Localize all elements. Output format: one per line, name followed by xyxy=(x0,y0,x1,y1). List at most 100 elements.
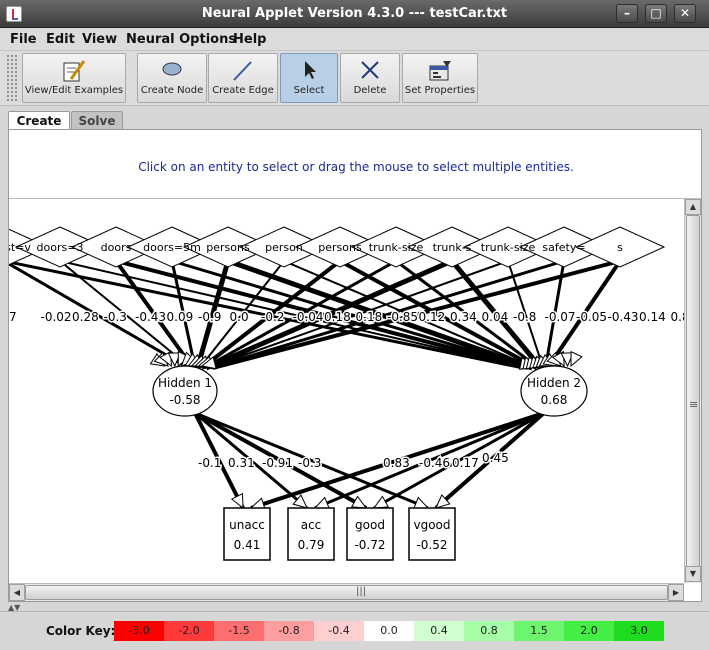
select-button[interactable]: Select xyxy=(280,53,338,103)
edge-weight-label[interactable]: 7 xyxy=(9,309,18,326)
output-node[interactable] xyxy=(408,507,456,561)
delete-label: Delete xyxy=(353,85,387,96)
menu-bar: File Edit View Neural Options Help xyxy=(0,29,709,51)
output-node-name[interactable]: acc xyxy=(301,518,322,532)
menu-edit[interactable]: Edit xyxy=(46,32,75,47)
scroll-left-arrow[interactable]: ◀ xyxy=(9,584,25,601)
edge-weight-label[interactable]: 0.14 xyxy=(638,309,668,326)
edge-weight-label[interactable]: -0.85 xyxy=(386,309,420,326)
edge-weight-label[interactable]: -0.07 xyxy=(543,309,577,326)
edge-weight-label[interactable]: 0.0 xyxy=(228,309,250,326)
scroll-right-arrow[interactable]: ▶ xyxy=(668,584,684,601)
edge-weight-label[interactable]: -0.1 xyxy=(197,455,223,472)
edge-arrowhead[interactable] xyxy=(372,495,390,509)
output-node-name[interactable]: vgood xyxy=(413,518,450,532)
output-node[interactable] xyxy=(287,507,335,561)
edge-weight-label[interactable]: -0.04 xyxy=(291,309,325,326)
tab-create[interactable]: Create xyxy=(8,111,70,131)
edge-arrowhead[interactable] xyxy=(230,492,244,510)
close-button[interactable]: ✕ xyxy=(674,4,696,23)
hidden-node-value[interactable]: -0.58 xyxy=(169,393,200,407)
edge-weight-label[interactable]: 0.28 xyxy=(71,309,101,326)
input-node-label[interactable]: s xyxy=(617,241,623,254)
menu-neural-options[interactable]: Neural Options xyxy=(126,32,236,47)
hidden-node-name[interactable]: Hidden 2 xyxy=(527,376,581,390)
edge-weight-label[interactable]: -0.8 xyxy=(512,309,538,326)
input-node-label[interactable]: persons xyxy=(318,241,362,254)
maximize-button[interactable]: □ xyxy=(645,4,667,23)
input-node-label[interactable]: safety= xyxy=(542,241,585,254)
edge-weight-label[interactable]: -0.46 xyxy=(418,455,452,472)
edge-arrowhead[interactable] xyxy=(570,350,583,368)
edge-weight-label[interactable]: -0.43 xyxy=(606,309,640,326)
toolbar-grip[interactable] xyxy=(6,54,18,102)
instruction-text: Click on an entity to select or drag the… xyxy=(138,160,574,174)
input-node-label[interactable]: persons xyxy=(206,241,250,254)
edge-arrowhead[interactable] xyxy=(350,495,368,509)
delete-button[interactable]: Delete xyxy=(340,53,400,103)
edge-weight-label[interactable]: 0.45 xyxy=(481,450,511,467)
set-properties-button[interactable]: Set Properties xyxy=(402,53,478,103)
scroll-up-arrow[interactable]: ▲ xyxy=(685,199,701,215)
output-node-value[interactable]: 0.41 xyxy=(234,538,261,552)
edge-weight-label[interactable]: -0.3 xyxy=(102,309,128,326)
edge-weight-label[interactable]: -0.9 xyxy=(197,309,223,326)
edge-weight-label[interactable]: 0.04 xyxy=(480,309,510,326)
menu-help[interactable]: Help xyxy=(233,32,266,47)
scroll-down-arrow[interactable]: ▼ xyxy=(685,566,701,582)
output-node-value[interactable]: -0.72 xyxy=(354,538,385,552)
output-node-value[interactable]: 0.79 xyxy=(298,538,325,552)
edge-weight-label[interactable]: 0.12 xyxy=(417,309,447,326)
output-node-name[interactable]: good xyxy=(355,518,385,532)
tab-bar: Create Solve xyxy=(0,107,709,131)
edge-weight-label[interactable]: -0.2 xyxy=(260,309,286,326)
menu-view[interactable]: View xyxy=(82,32,117,47)
network-canvas[interactable]: nt-cost=vdoors=3doorsdoors=5mpersonspers… xyxy=(9,199,684,583)
input-node-label[interactable]: trunk-s xyxy=(433,241,472,254)
edge-weight-label[interactable]: -0.05 xyxy=(575,309,609,326)
edge-weight-label[interactable]: 0.17 xyxy=(451,455,481,472)
select-label: Select xyxy=(293,85,325,96)
edge-weight-label[interactable]: 0.34 xyxy=(449,309,479,326)
create-node-button[interactable]: Create Node xyxy=(137,53,207,103)
vertical-scrollbar[interactable]: ▲ ▼ xyxy=(684,199,701,583)
edge-arrowhead[interactable] xyxy=(313,496,331,510)
edge-arrowhead[interactable] xyxy=(412,496,430,510)
hidden-node[interactable] xyxy=(152,365,218,417)
edge-weight-label[interactable]: 0.31 xyxy=(227,455,257,472)
edge-weight-label[interactable]: 0.18 xyxy=(354,309,384,326)
network-graph[interactable]: nt-cost=vdoors=3doorsdoors=5mpersonspers… xyxy=(9,199,684,583)
input-node-label[interactable]: doors xyxy=(101,241,132,254)
output-node-name[interactable]: unacc xyxy=(229,518,265,532)
vertical-scroll-thumb[interactable] xyxy=(686,215,700,567)
edge-weight-label[interactable]: 0.83 xyxy=(382,455,412,472)
input-node-label[interactable]: doors=3 xyxy=(37,241,84,254)
edge-weight-label[interactable]: -0.43 xyxy=(134,309,168,326)
view-edit-examples-button[interactable]: View/Edit Examples xyxy=(22,53,126,103)
edge-weight-label[interactable]: 0.88 xyxy=(669,309,685,326)
create-edge-button[interactable]: Create Edge xyxy=(208,53,278,103)
hidden-node-name[interactable]: Hidden 1 xyxy=(158,376,212,390)
edge-weight-label[interactable]: -0.02 xyxy=(39,309,73,326)
output-node[interactable] xyxy=(223,507,271,561)
horizontal-scroll-thumb[interactable] xyxy=(25,585,668,600)
edge-weight-label[interactable]: -0.3 xyxy=(297,455,323,472)
view-edit-examples-label: View/Edit Examples xyxy=(24,85,124,96)
input-node-label[interactable]: doors=5m xyxy=(143,241,201,254)
tab-solve[interactable]: Solve xyxy=(71,111,123,130)
edge-weight-label[interactable]: 0.09 xyxy=(165,309,195,326)
horizontal-scrollbar[interactable]: ◀ ▶ xyxy=(9,583,684,601)
hidden-node-value[interactable]: 0.68 xyxy=(541,393,568,407)
input-node-label[interactable]: person xyxy=(265,241,303,254)
output-node-value[interactable]: -0.52 xyxy=(416,538,447,552)
menu-file[interactable]: File xyxy=(10,32,37,47)
color-key-cell: 1.5 xyxy=(514,621,564,641)
output-node[interactable] xyxy=(346,507,394,561)
input-node-label[interactable]: nt-cost=v xyxy=(9,241,31,254)
edge-weight-label[interactable]: 0.18 xyxy=(323,309,353,326)
minimize-button[interactable]: – xyxy=(616,4,638,23)
input-node-label[interactable]: trunk-size xyxy=(481,241,536,254)
input-node-label[interactable]: trunk-size xyxy=(369,241,424,254)
edge-weight-label[interactable]: -0.91 xyxy=(261,455,295,472)
hidden-node[interactable] xyxy=(520,365,588,417)
